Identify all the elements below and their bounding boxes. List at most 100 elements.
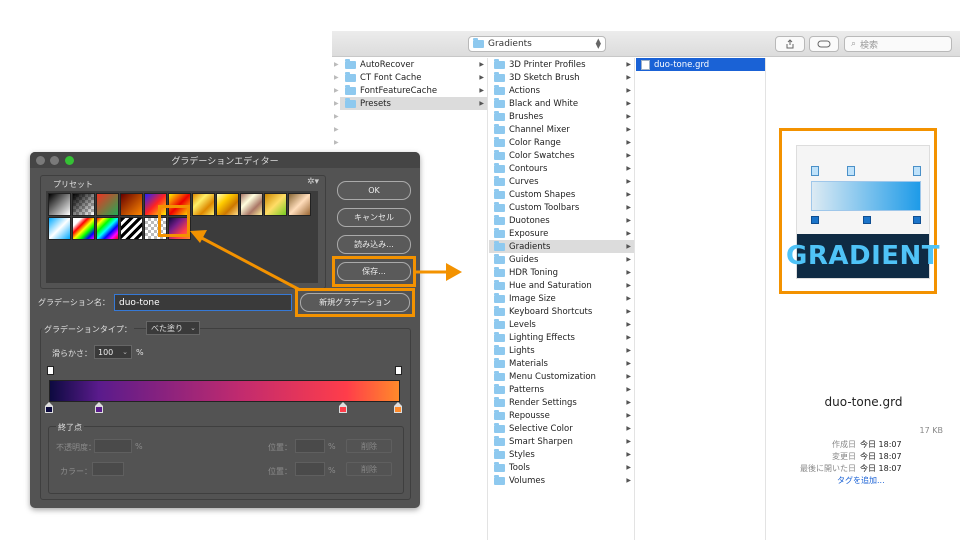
load-button[interactable]: 読み込み... xyxy=(337,235,411,254)
dialog-title: グラデーションエディター xyxy=(171,156,279,167)
color-stop[interactable] xyxy=(45,402,53,413)
gear-icon[interactable]: ✲▾ xyxy=(307,177,319,187)
finder-row-label: Black and White xyxy=(509,98,579,109)
finder-row[interactable]: Presets ▶ xyxy=(340,97,487,110)
folder-icon xyxy=(473,38,484,48)
finder-row[interactable]: Color Range ▶ xyxy=(489,136,634,149)
finder-row[interactable]: Duotones ▶ xyxy=(489,214,634,227)
color-swatch-input[interactable] xyxy=(92,462,124,476)
finder-row[interactable]: Guides ▶ xyxy=(489,253,634,266)
preset-swatch[interactable] xyxy=(264,193,287,216)
meta-key: 作成日 xyxy=(832,440,856,449)
finder-row[interactable]: Brushes ▶ xyxy=(489,110,634,123)
disclosure-arrow-icon: ▶ xyxy=(626,334,631,341)
finder-row[interactable]: Repousse ▶ xyxy=(489,409,634,422)
zoom-window-button[interactable] xyxy=(65,156,74,165)
finder-row[interactable]: Lighting Effects ▶ xyxy=(489,331,634,344)
gradient-type-select[interactable]: べた塗り ⌄ xyxy=(146,321,200,335)
finder-row[interactable]: 3D Sketch Brush ▶ xyxy=(489,71,634,84)
color-location-input[interactable] xyxy=(295,462,325,476)
color-stop[interactable] xyxy=(95,402,103,413)
preset-swatch[interactable] xyxy=(120,217,143,240)
finder-row[interactable]: Keyboard Shortcuts ▶ xyxy=(489,305,634,318)
finder-row[interactable]: Render Settings ▶ xyxy=(489,396,634,409)
add-tag-link[interactable]: タグを追加... xyxy=(837,475,885,486)
preset-swatch[interactable] xyxy=(48,217,71,240)
cancel-button[interactable]: キャンセル xyxy=(337,208,411,227)
gradient-ramp[interactable] xyxy=(49,380,400,402)
opacity-input[interactable] xyxy=(94,439,132,453)
folder-icon xyxy=(494,71,505,82)
finder-row[interactable]: FontFeatureCache ▶ xyxy=(340,84,487,97)
finder-row[interactable]: Exposure ▶ xyxy=(489,227,634,240)
preset-swatch[interactable] xyxy=(72,193,95,216)
finder-column-3[interactable]: duo-tone.grd xyxy=(636,58,766,540)
tag-button[interactable] xyxy=(809,36,839,52)
gradient-name-input[interactable]: duo-tone xyxy=(114,294,292,311)
delete-color-stop-button[interactable]: 削除 xyxy=(346,462,392,476)
smoothness-input[interactable]: 100 ⌄ xyxy=(94,345,132,359)
preset-swatch[interactable] xyxy=(48,193,71,216)
finder-row[interactable]: Custom Toolbars ▶ xyxy=(489,201,634,214)
finder-row[interactable]: Color Swatches ▶ xyxy=(489,149,634,162)
finder-row[interactable]: Channel Mixer ▶ xyxy=(489,123,634,136)
disclosure-arrow-icon: ▶ xyxy=(479,87,484,94)
delete-opacity-stop-button[interactable]: 削除 xyxy=(346,439,392,453)
finder-row[interactable]: Selective Color ▶ xyxy=(489,422,634,435)
finder-row[interactable]: Image Size ▶ xyxy=(489,292,634,305)
finder-row[interactable]: 3D Printer Profiles ▶ xyxy=(489,58,634,71)
preset-swatch[interactable] xyxy=(96,217,119,240)
finder-row[interactable]: Smart Sharpen ▶ xyxy=(489,435,634,448)
finder-row[interactable]: Tools ▶ xyxy=(489,461,634,474)
preset-swatch[interactable] xyxy=(72,217,95,240)
close-window-button[interactable] xyxy=(36,156,45,165)
preset-swatch[interactable] xyxy=(120,193,143,216)
finder-row[interactable]: AutoRecover ▶ xyxy=(340,58,487,71)
minimize-window-button[interactable] xyxy=(50,156,59,165)
finder-row[interactable]: Lights ▶ xyxy=(489,344,634,357)
share-button[interactable] xyxy=(775,36,805,52)
search-field[interactable]: ⌕ 検索 xyxy=(844,36,952,52)
color-stop[interactable] xyxy=(394,402,402,413)
folder-icon xyxy=(494,227,505,238)
finder-row[interactable]: Menu Customization ▶ xyxy=(489,370,634,383)
thumb-stop-marker xyxy=(913,166,921,176)
folder-icon xyxy=(345,84,356,95)
finder-row[interactable]: Curves ▶ xyxy=(489,175,634,188)
finder-row-label: Hue and Saturation xyxy=(509,280,592,291)
preset-swatch[interactable] xyxy=(96,193,119,216)
finder-row[interactable]: Actions ▶ xyxy=(489,84,634,97)
finder-row[interactable]: Materials ▶ xyxy=(489,357,634,370)
finder-row[interactable]: Levels ▶ xyxy=(489,318,634,331)
finder-row[interactable]: CT Font Cache ▶ xyxy=(340,71,487,84)
preset-swatch[interactable] xyxy=(216,193,239,216)
opacity-stop-left[interactable] xyxy=(47,366,54,375)
preview-file-name: duo-tone.grd xyxy=(824,395,903,409)
disclosure-arrow-icon: ▶ xyxy=(626,360,631,367)
finder-row[interactable]: Hue and Saturation ▶ xyxy=(489,279,634,292)
color-location-label: 位置： xyxy=(268,467,292,476)
meta-key: 変更日 xyxy=(832,452,856,461)
folder-icon xyxy=(494,474,505,485)
finder-row[interactable]: Black and White ▶ xyxy=(489,97,634,110)
finder-row[interactable]: Volumes ▶ xyxy=(489,474,634,487)
preset-swatch[interactable] xyxy=(288,193,311,216)
disclosure-arrow-icon: ▶ xyxy=(626,321,631,328)
finder-row[interactable]: Gradients ▶ xyxy=(489,240,634,253)
finder-row[interactable]: Contours ▶ xyxy=(489,162,634,175)
preset-swatch[interactable] xyxy=(240,193,263,216)
opacity-stop-right[interactable] xyxy=(395,366,402,375)
color-stop[interactable] xyxy=(339,402,347,413)
folder-icon xyxy=(494,305,505,316)
finder-row[interactable]: Styles ▶ xyxy=(489,448,634,461)
finder-row[interactable]: Custom Shapes ▶ xyxy=(489,188,634,201)
path-popup[interactable]: Gradients ▲ ▼ xyxy=(468,36,606,52)
finder-row-label: Smart Sharpen xyxy=(509,436,573,447)
finder-row[interactable]: HDR Toning ▶ xyxy=(489,266,634,279)
opacity-location-input[interactable] xyxy=(295,439,325,453)
preset-swatch[interactable] xyxy=(192,193,215,216)
finder-column-2[interactable]: 3D Printer Profiles ▶ 3D Sketch Brush ▶ Acti… xyxy=(489,58,635,540)
ok-button[interactable]: OK xyxy=(337,181,411,200)
finder-row[interactable]: duo-tone.grd xyxy=(636,58,765,71)
finder-row[interactable]: Patterns ▶ xyxy=(489,383,634,396)
